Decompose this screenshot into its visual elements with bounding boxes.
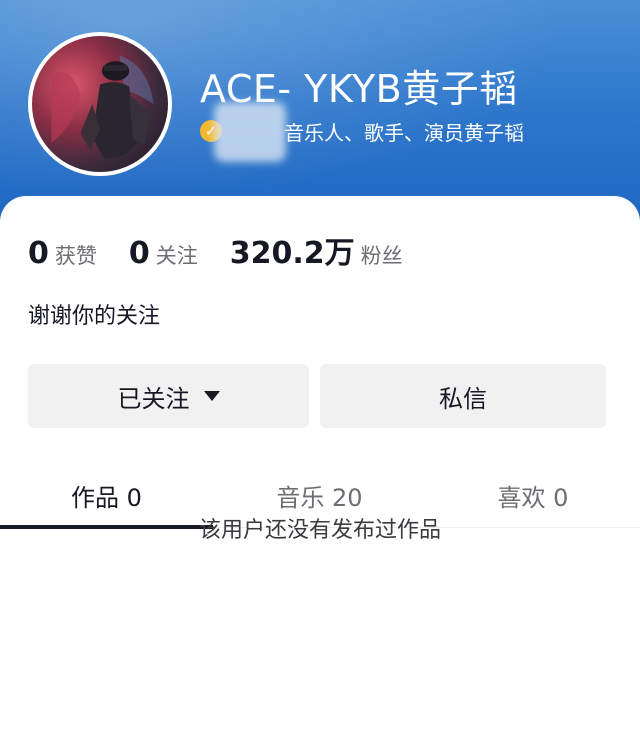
profile-card: 0 获赞 0 关注 320.2万 粉丝 谢谢你的关注 已关注 私信 作品 0 音… [0, 196, 640, 753]
message-button[interactable]: 私信 [320, 364, 606, 428]
avatar[interactable] [28, 32, 172, 176]
verified-description: 音乐人、歌手、演员黄子韬 [284, 120, 524, 145]
blur-mask [214, 102, 286, 162]
stat-value: 0 [128, 236, 150, 271]
avatar-image [51, 55, 154, 159]
stat-value: 320.2万 [229, 236, 355, 271]
caret-down-icon [203, 391, 220, 401]
stat-label: 关注 [155, 244, 198, 268]
verified-row: ✓ 音乐人、歌手、演员黄子韬 [200, 102, 524, 162]
stat-likes[interactable]: 0 获赞 [28, 236, 97, 271]
bio-text: 谢谢你的关注 [28, 304, 161, 329]
stat-value: 0 [28, 236, 49, 271]
stat-label: 粉丝 [360, 244, 403, 268]
stat-label: 获赞 [54, 244, 97, 268]
stat-followers[interactable]: 320.2万 粉丝 [230, 228, 403, 272]
stats-row: 0 获赞 0 关注 320.2万 粉丝 [28, 228, 435, 272]
following-button[interactable]: 已关注 [28, 364, 309, 428]
following-button-label: 已关注 [117, 384, 190, 413]
message-button-label: 私信 [439, 384, 487, 413]
stat-following[interactable]: 0 关注 [129, 236, 198, 271]
empty-state-text: 该用户还没有发布过作品 [198, 518, 441, 543]
